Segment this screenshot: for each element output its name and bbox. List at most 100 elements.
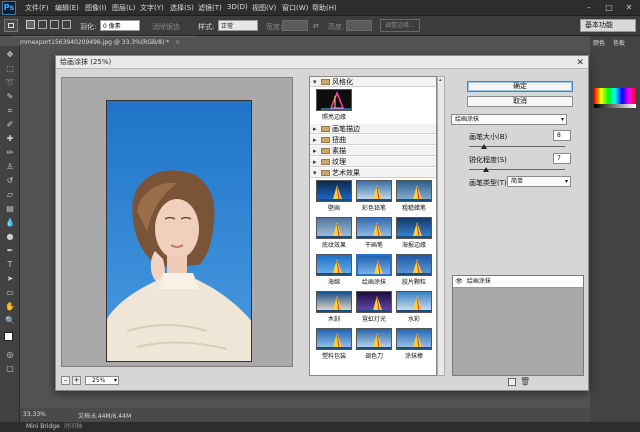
filter-thumb[interactable]: 粗糙蜡笔 <box>396 180 432 212</box>
group-sketch[interactable]: ▸ 素描 <box>310 146 436 156</box>
dodge-tool-icon[interactable]: ● <box>4 232 16 242</box>
zoom-tool-icon[interactable]: 🔍 <box>4 316 16 326</box>
filter-thumb[interactable]: 霓虹灯光 <box>356 291 392 323</box>
filter-thumb-glowing-edges[interactable]: 照亮边缘 <box>316 89 352 121</box>
crop-tool-icon[interactable]: ⌗ <box>4 106 16 116</box>
zoom-out-button[interactable]: – <box>61 376 70 385</box>
filter-thumb[interactable]: 涂抹棒 <box>396 328 432 360</box>
zoom-level[interactable]: 33.33% <box>23 411 46 418</box>
pen-tool-icon[interactable]: ✒ <box>4 246 16 256</box>
filter-select[interactable]: 绘画涂抹 ▾ <box>451 114 567 125</box>
visibility-eye-icon[interactable]: 👁 <box>453 276 465 288</box>
minimize-icon[interactable]: – <box>582 2 596 13</box>
delete-effect-layer-icon[interactable]: 🗑 <box>520 378 530 386</box>
menu-3d[interactable]: 3D(D) <box>227 3 248 11</box>
tab-color[interactable]: 颜色 <box>593 38 605 50</box>
quick-select-tool-icon[interactable]: ✎ <box>4 92 16 102</box>
filter-thumb[interactable]: 塑料包装 <box>316 328 352 360</box>
tab-close-icon[interactable]: × <box>175 39 180 46</box>
grayscale-ramp[interactable] <box>594 104 636 108</box>
gradient-tool-icon[interactable]: ▤ <box>4 204 16 214</box>
style-select[interactable]: 正常 <box>218 20 258 31</box>
gallery-scrollbar[interactable]: ▴ <box>437 76 445 376</box>
blur-tool-icon[interactable]: 💧 <box>4 218 16 228</box>
healing-brush-tool-icon[interactable]: ✚ <box>4 134 16 144</box>
menu-filter[interactable]: 滤镜(T) <box>198 3 222 13</box>
menu-image[interactable]: 图像(I) <box>85 3 107 13</box>
group-artistic[interactable]: ▾ 艺术效果 <box>310 168 436 178</box>
foreground-color-swatch[interactable] <box>4 332 13 341</box>
move-tool-icon[interactable]: ✥ <box>4 50 16 60</box>
subtract-selection-icon[interactable] <box>50 20 59 29</box>
intersect-selection-icon[interactable] <box>62 20 71 29</box>
filter-thumb[interactable]: 底纹效果 <box>316 217 352 249</box>
menu-select[interactable]: 选择(S) <box>170 3 194 13</box>
type-tool-icon[interactable]: T <box>4 260 16 270</box>
filter-thumb[interactable]: 胶片颗粒 <box>396 254 432 286</box>
lasso-tool-icon[interactable]: ➰ <box>4 78 16 88</box>
group-stylize[interactable]: ▾ 风格化 <box>310 77 436 87</box>
width-input[interactable] <box>282 20 308 31</box>
filter-thumb[interactable]: 海报边缘 <box>396 217 432 249</box>
refine-edge-button[interactable]: 调整边缘... <box>380 19 420 32</box>
effect-layer-row[interactable]: 👁 绘画涂抹 <box>453 276 583 288</box>
scroll-up-icon[interactable]: ▴ <box>439 78 443 83</box>
close-icon[interactable]: ✕ <box>622 2 636 13</box>
height-input[interactable] <box>346 20 372 31</box>
preview-area[interactable] <box>61 77 293 367</box>
zoom-select[interactable]: 25% ▾ <box>85 376 119 385</box>
menu-edit[interactable]: 编辑(E) <box>55 3 79 13</box>
new-selection-icon[interactable] <box>26 20 35 29</box>
dialog-titlebar[interactable]: 绘画涂抹 (25%) ✕ <box>56 56 588 69</box>
filter-thumb[interactable]: 木刻 <box>316 291 352 323</box>
filter-thumb[interactable]: 海绵 <box>316 254 352 286</box>
new-effect-layer-icon[interactable] <box>508 378 516 386</box>
tab-swatches[interactable]: 色板 <box>613 38 625 50</box>
sharpness-slider-handle[interactable] <box>483 167 490 172</box>
clone-stamp-tool-icon[interactable]: ♙ <box>4 162 16 172</box>
menu-layer[interactable]: 图层(L) <box>112 3 135 13</box>
swap-icon[interactable]: ⇄ <box>313 22 319 30</box>
zoom-in-button[interactable]: + <box>72 376 81 385</box>
add-selection-icon[interactable] <box>38 20 47 29</box>
workspace-select[interactable]: 基本功能 <box>580 19 636 32</box>
menu-help[interactable]: 帮助(H) <box>312 3 337 13</box>
sharpness-input[interactable]: 7 <box>553 153 571 164</box>
group-texture[interactable]: ▸ 纹理 <box>310 157 436 167</box>
marquee-tool-icon[interactable]: ⬚ <box>4 64 16 74</box>
tab-mini-bridge[interactable]: Mini Bridge <box>26 422 60 432</box>
feather-input[interactable]: 0 像素 <box>100 20 140 31</box>
menu-view[interactable]: 视图(V) <box>252 3 276 13</box>
screen-mode-icon[interactable]: ▢ <box>4 364 16 374</box>
brush-type-select[interactable]: 简单 ▾ <box>507 176 571 187</box>
quick-mask-icon[interactable]: ◎ <box>4 350 16 360</box>
filter-thumb[interactable]: 干画笔 <box>356 217 392 249</box>
filter-thumb[interactable]: 彩色铅笔 <box>356 180 392 212</box>
document-tab[interactable]: mmexport1563940209496.jpg @ 33.3%(RGB/8)… <box>14 36 194 48</box>
tab-timeline[interactable]: 时间轴 <box>64 422 82 432</box>
group-distort[interactable]: ▸ 扭曲 <box>310 135 436 145</box>
dialog-close-icon[interactable]: ✕ <box>576 57 584 70</box>
filter-thumb[interactable]: 调色刀 <box>356 328 392 360</box>
antialias-checkbox[interactable]: 消除锯齿 <box>152 22 180 32</box>
history-brush-tool-icon[interactable]: ↺ <box>4 176 16 186</box>
color-ramp[interactable] <box>594 88 636 104</box>
cancel-button[interactable]: 取消 <box>467 96 573 107</box>
eraser-tool-icon[interactable]: ▱ <box>4 190 16 200</box>
brush-size-input[interactable]: 8 <box>553 130 571 141</box>
filter-thumb[interactable]: 绘画涂抹 <box>356 254 392 286</box>
brush-tool-icon[interactable]: ✏ <box>4 148 16 158</box>
menu-file[interactable]: 文件(F) <box>25 3 49 13</box>
hand-tool-icon[interactable]: ✋ <box>4 302 16 312</box>
brush-size-slider-handle[interactable] <box>481 144 488 149</box>
eyedropper-tool-icon[interactable]: ✐ <box>4 120 16 130</box>
menu-type[interactable]: 文字(Y) <box>140 3 164 13</box>
shape-tool-icon[interactable]: ▭ <box>4 288 16 298</box>
menu-window[interactable]: 窗口(W) <box>282 3 308 13</box>
group-brush-strokes[interactable]: ▸ 画笔描边 <box>310 124 436 134</box>
ok-button[interactable]: 确定 <box>467 81 573 92</box>
path-select-tool-icon[interactable]: ➤ <box>4 274 16 284</box>
filter-thumb[interactable]: 壁画 <box>316 180 352 212</box>
maximize-icon[interactable]: □ <box>602 2 616 13</box>
marquee-tool-preset-icon[interactable] <box>4 19 18 32</box>
